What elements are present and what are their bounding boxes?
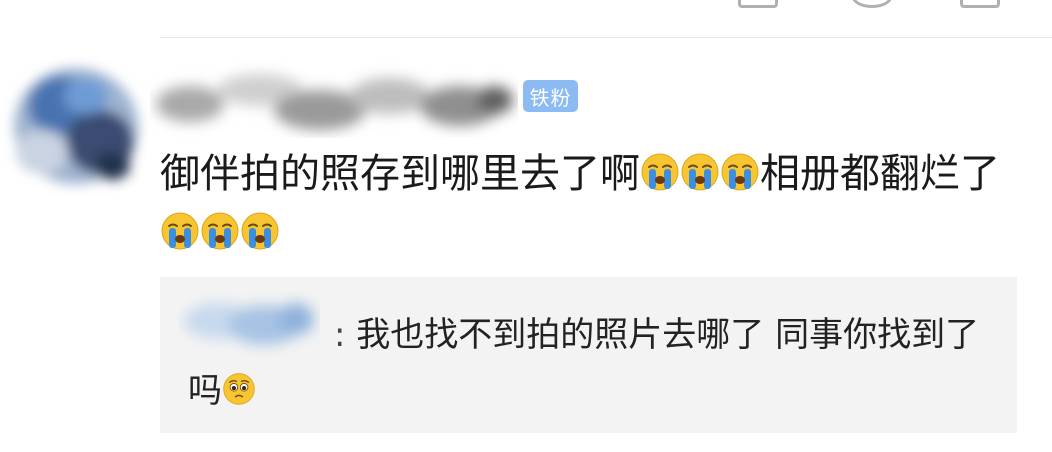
crying-face-emoji: [720, 152, 760, 192]
avatar[interactable]: [2, 56, 150, 196]
crying-face-emoji: [640, 152, 680, 192]
previous-post-footer: [160, 0, 1030, 12]
crying-face-emoji: [160, 211, 200, 251]
comment-text: 御伴拍的照存到哪里去了啊 相册都翻烂了: [160, 145, 1030, 263]
cropped-footer-icon: [738, 0, 778, 8]
text-segment: 御伴拍的照存到哪里去了啊: [160, 151, 640, 197]
fan-badge: 铁粉: [523, 80, 578, 112]
text-segment: 相册都翻烂了: [760, 151, 1000, 197]
username-blurred[interactable]: [150, 60, 518, 138]
cropped-footer-icon: [852, 0, 892, 8]
text-segment: 我也找不到拍的照片去哪了 同事你找到了吗: [188, 315, 980, 411]
crying-face-emoji: [240, 211, 280, 251]
reply-box[interactable]: : 我也找不到拍的照片去哪了 同事你找到了吗: [160, 277, 1017, 433]
crying-face-emoji: [680, 152, 720, 192]
reply-text: : 我也找不到拍的照片去哪了 同事你找到了吗: [188, 307, 1008, 419]
pleading-face-emoji: [222, 372, 256, 406]
crying-face-emoji: [200, 211, 240, 251]
cropped-footer-icon: [960, 0, 1000, 8]
reply-separator: :: [334, 315, 357, 355]
fan-badge-label: 铁粉: [529, 85, 572, 110]
divider: [160, 37, 1052, 38]
